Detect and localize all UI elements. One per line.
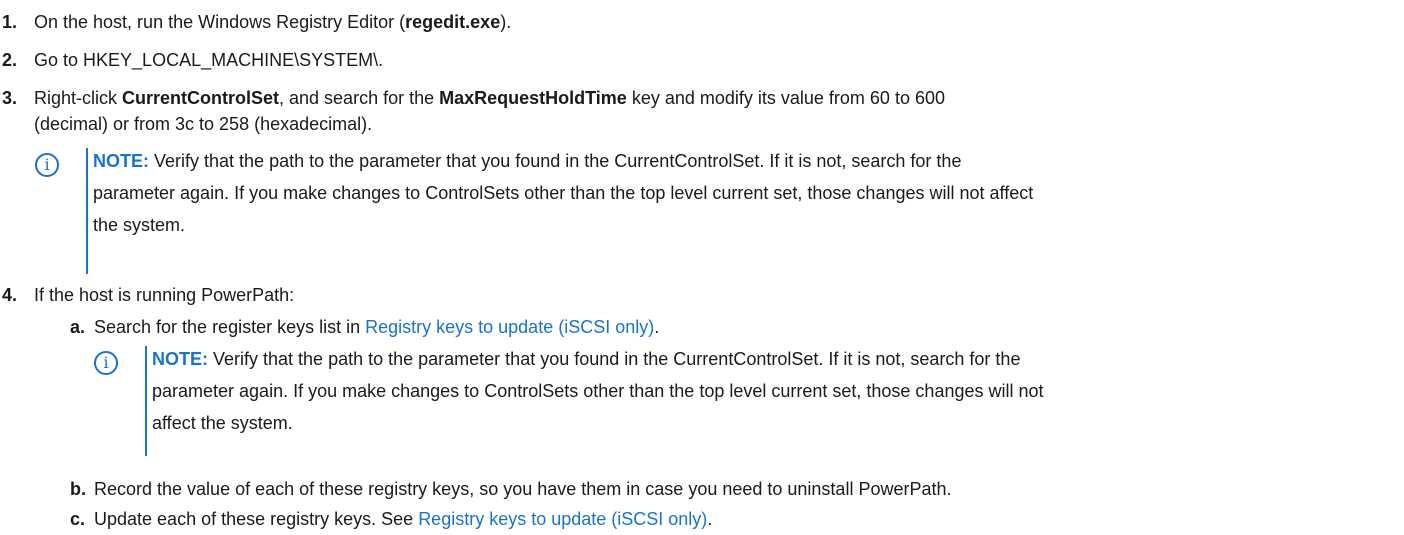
step-3-post: key and modify its value from 60 to 600 [626,88,945,108]
step-1-text: On the host, run the Windows Registry Ed… [34,11,511,33]
note-label: NOTE: [152,349,208,369]
substep-c-post: . [707,509,713,529]
note-line-3: affect the system. [152,413,293,433]
step-number: 1. [2,12,18,32]
step-number: 2. [2,50,18,70]
registry-keys-link[interactable]: Registry keys to update (iSCSI only) [365,317,654,337]
note-line-2: parameter again. If you make changes to … [93,183,1034,203]
step-1-command: regedit.exe [405,12,501,32]
substep-letter: a. [70,317,86,337]
step-4-text: If the host is running PowerPath: [34,285,295,305]
step-3-key-maxrequestholdtime: MaxRequestHoldTime [439,88,627,108]
step-3-mid: , and search for the [279,88,440,108]
substep-c-text: Update each of these registry keys. See … [94,508,712,530]
substep-a-text: Search for the register keys list in Reg… [94,316,659,338]
step-number: 4. [2,285,18,305]
step-3-key-currentcontrolset: CurrentControlSet [122,88,280,108]
step-number: 3. [2,88,18,108]
note-bar [145,346,147,456]
step-3-text: Right-click CurrentControlSet, and searc… [34,87,945,109]
note-line-1: NOTE: Verify that the path to the parame… [152,348,1020,370]
note-label: NOTE: [93,151,149,171]
info-icon: i [94,351,118,375]
substep-b-text: Record the value of each of these regist… [94,479,952,499]
substep-letter: b. [70,479,86,499]
step-3-pre: Right-click [34,88,123,108]
substep-c-pre: Update each of these registry keys. See [94,509,419,529]
step-1-pre: On the host, run the Windows Registry Ed… [34,12,406,32]
substep-letter: c. [70,509,86,529]
note-bar [86,148,88,274]
step-2-text: Go to HKEY_LOCAL_MACHINE\SYSTEM\. [34,50,384,70]
substep-a-post: . [654,317,660,337]
note-line-2: parameter again. If you make changes to … [152,381,1044,401]
registry-keys-link[interactable]: Registry keys to update (iSCSI only) [418,509,707,529]
info-icon: i [35,153,59,177]
step-1-post: ). [500,12,512,32]
note-text: Verify that the path to the parameter th… [149,151,962,171]
note-line-1: NOTE: Verify that the path to the parame… [93,150,961,172]
substep-a-pre: Search for the register keys list in [94,317,366,337]
note-line-3: the system. [93,215,186,235]
note-text: Verify that the path to the parameter th… [208,349,1021,369]
step-3-text-line-2: (decimal) or from 3c to 258 (hexadecimal… [34,114,373,134]
